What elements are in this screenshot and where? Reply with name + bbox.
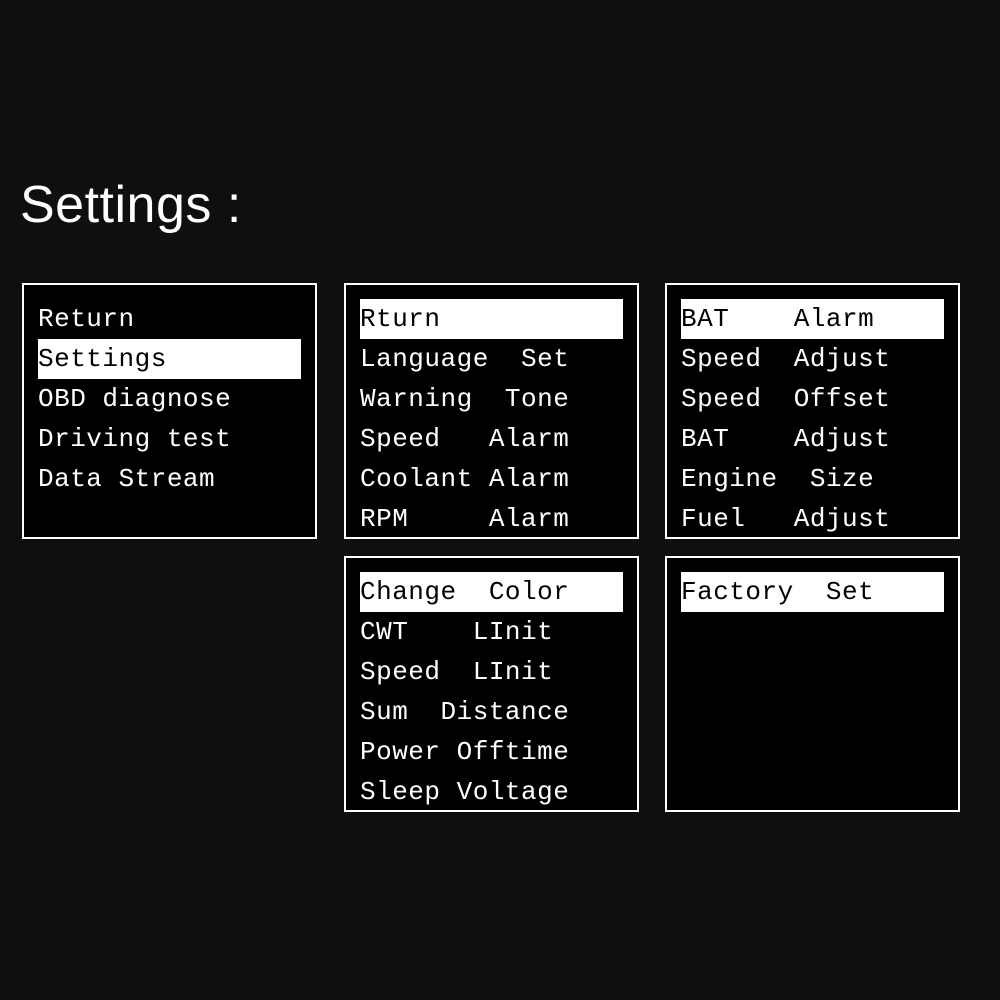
menu-item[interactable]: Return [38,299,301,339]
menu-item[interactable]: Warning Tone [360,379,623,419]
page-title: Settings : [20,175,242,235]
menu-item[interactable]: Speed Adjust [681,339,944,379]
panel-settings-4: Factory Set [665,556,960,812]
menu-item[interactable]: Engine Size [681,459,944,499]
panel-settings-1: RturnLanguage SetWarning ToneSpeed Alarm… [344,283,639,539]
panel-settings-3: Change ColorCWT LInitSpeed LInitSum Dist… [344,556,639,812]
menu-item[interactable]: RPM Alarm [360,499,623,539]
menu-item[interactable]: Change Color [360,572,623,612]
menu-item[interactable]: Factory Set [681,572,944,612]
menu-item[interactable]: Coolant Alarm [360,459,623,499]
menu-item[interactable]: Fuel Adjust [681,499,944,539]
menu-item[interactable]: Speed Offset [681,379,944,419]
menu-item[interactable]: Power Offtime [360,732,623,772]
screen: Settings : ReturnSettingsOBD diagnoseDri… [0,0,1000,1000]
menu-item[interactable]: Data Stream [38,459,301,499]
menu-item[interactable]: CWT LInit [360,612,623,652]
menu-item[interactable]: Speed Alarm [360,419,623,459]
menu-item[interactable]: BAT Alarm [681,299,944,339]
menu-item[interactable]: Settings [38,339,301,379]
panel-main-menu: ReturnSettingsOBD diagnoseDriving testDa… [22,283,317,539]
menu-item[interactable]: Language Set [360,339,623,379]
menu-item[interactable]: Speed LInit [360,652,623,692]
menu-item[interactable]: Sleep Voltage [360,772,623,812]
menu-item[interactable]: OBD diagnose [38,379,301,419]
menu-item[interactable]: Driving test [38,419,301,459]
menu-item[interactable]: BAT Adjust [681,419,944,459]
panel-settings-2: BAT AlarmSpeed AdjustSpeed OffsetBAT Adj… [665,283,960,539]
menu-item[interactable]: Sum Distance [360,692,623,732]
menu-item[interactable]: Rturn [360,299,623,339]
